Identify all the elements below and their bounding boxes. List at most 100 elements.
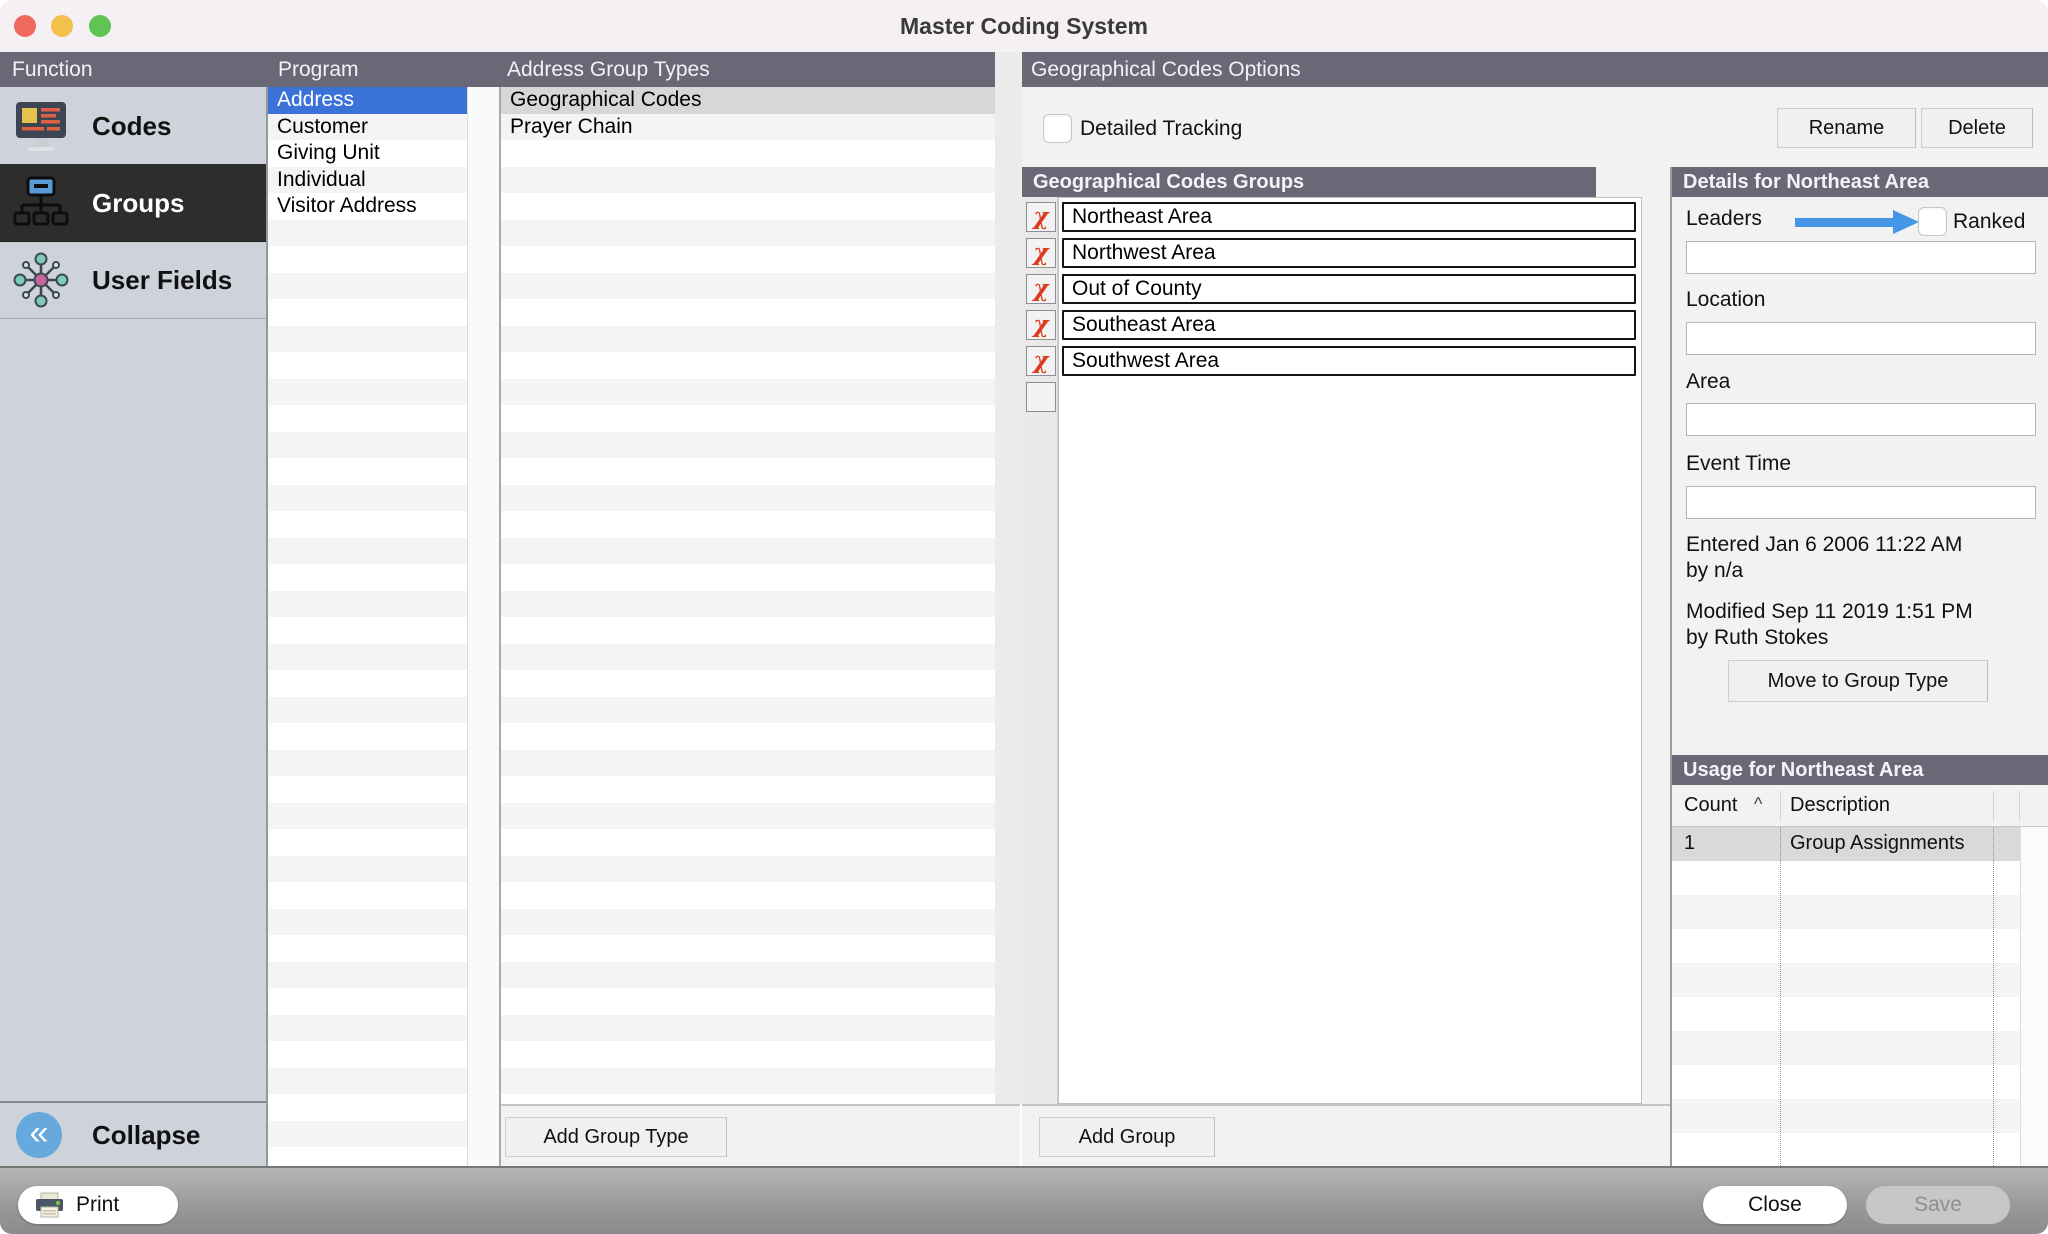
empty-row	[268, 1041, 467, 1068]
empty-row	[268, 617, 467, 644]
empty-row	[268, 988, 467, 1015]
delete-button[interactable]: Delete	[1921, 108, 2033, 148]
area-input[interactable]	[1686, 403, 2036, 436]
pointer-arrow-icon	[1795, 207, 1920, 237]
detailed-tracking-checkbox[interactable]	[1043, 114, 1072, 143]
event-time-label: Event Time	[1686, 452, 1791, 476]
empty-row	[501, 962, 995, 989]
details-panel-header: Details for Northeast Area	[1672, 167, 2048, 197]
printer-icon	[34, 1192, 66, 1219]
empty-row	[268, 1015, 467, 1042]
hub-spokes-icon	[12, 251, 70, 309]
program-scrollbar[interactable]	[467, 87, 500, 1166]
modified-info-line1: Modified Sep 11 2019 1:51 PM	[1686, 600, 1973, 624]
move-to-group-type-button[interactable]: Move to Group Type	[1728, 660, 1988, 702]
entered-info-line2: by n/a	[1686, 559, 1743, 583]
usage-scrollbar[interactable]	[2020, 827, 2048, 1166]
empty-row	[268, 246, 467, 273]
program-item[interactable]: Address	[268, 87, 467, 114]
usage-row[interactable]: 1Group Assignments	[1672, 827, 2020, 861]
program-item[interactable]: Individual	[268, 167, 467, 194]
collapse-label: Collapse	[92, 1120, 200, 1151]
add-group-button[interactable]: Add Group	[1039, 1117, 1215, 1157]
title-bar: Master Coding System	[0, 0, 2048, 52]
delete-group-x-icon[interactable]: χ	[1026, 310, 1056, 340]
ranked-checkbox[interactable]	[1918, 207, 1947, 236]
sidebar-item-groups[interactable]: Groups	[0, 164, 266, 242]
empty-row	[268, 670, 467, 697]
save-button[interactable]: Save	[1866, 1186, 2010, 1224]
empty-row	[268, 405, 467, 432]
delete-group-x-icon[interactable]: χ	[1026, 274, 1056, 304]
empty-row	[268, 697, 467, 724]
empty-row	[268, 1068, 467, 1095]
empty-row	[1672, 895, 2020, 929]
group-name-field[interactable]	[1062, 274, 1636, 304]
empty-row	[501, 564, 995, 591]
empty-row	[501, 723, 995, 750]
leaders-label: Leaders	[1686, 207, 1762, 231]
column-separator	[1993, 791, 1994, 821]
program-list: AddressCustomerGiving UnitIndividualVisi…	[268, 87, 467, 1166]
column-separator	[1780, 791, 1781, 821]
group-name-field[interactable]	[1062, 346, 1636, 376]
group-type-item[interactable]: Geographical Codes	[501, 87, 995, 114]
group-type-item[interactable]: Prayer Chain	[501, 114, 995, 141]
usage-panel-header: Usage for Northeast Area	[1672, 755, 2048, 785]
pane-gap	[995, 87, 1022, 1104]
details-panel-title: Details for Northeast Area	[1683, 171, 1929, 194]
print-button[interactable]: Print	[18, 1186, 178, 1224]
empty-row	[1672, 861, 2020, 895]
empty-row	[1672, 1031, 2020, 1065]
empty-row	[501, 511, 995, 538]
group-name-field[interactable]	[1062, 202, 1636, 232]
count-column-header[interactable]: Count	[1684, 794, 1737, 817]
empty-row	[268, 538, 467, 565]
leaders-input[interactable]	[1686, 241, 2036, 274]
empty-row	[501, 670, 995, 697]
usage-count-cell: 1	[1684, 832, 1695, 855]
entered-info-line1: Entered Jan 6 2006 11:22 AM	[1686, 533, 1962, 557]
empty-row	[268, 962, 467, 989]
program-item[interactable]: Visitor Address	[268, 193, 467, 220]
function-column-header: Function	[12, 58, 93, 82]
empty-row	[501, 538, 995, 565]
column-separator	[1780, 827, 1781, 1166]
program-item[interactable]: Customer	[268, 114, 467, 141]
usage-panel-title: Usage for Northeast Area	[1683, 759, 1923, 782]
rename-button[interactable]: Rename	[1777, 108, 1916, 148]
collapse-button[interactable]: « Collapse	[0, 1101, 266, 1168]
empty-row	[501, 856, 995, 883]
group-type-list: Geographical CodesPrayer Chain	[501, 87, 995, 1104]
description-column-header[interactable]: Description	[1790, 794, 1890, 817]
empty-row	[268, 485, 467, 512]
empty-row	[268, 723, 467, 750]
modified-info-line2: by Ruth Stokes	[1686, 626, 1828, 650]
delete-group-x-icon[interactable]: χ	[1026, 202, 1056, 232]
close-button[interactable]: Close	[1703, 1186, 1847, 1224]
empty-row	[1672, 1133, 2020, 1166]
sidebar-item-label: User Fields	[92, 265, 232, 296]
area-label: Area	[1686, 370, 1730, 394]
empty-row	[501, 352, 995, 379]
sort-ascending-icon[interactable]: ^	[1754, 794, 1762, 815]
event-time-input[interactable]	[1686, 486, 2036, 519]
empty-row	[501, 405, 995, 432]
group-name-field[interactable]	[1062, 238, 1636, 268]
delete-group-x-icon[interactable]: χ	[1026, 238, 1056, 268]
add-group-type-button[interactable]: Add Group Type	[505, 1117, 727, 1157]
column-separator	[2019, 791, 2020, 821]
empty-row	[268, 564, 467, 591]
location-input[interactable]	[1686, 322, 2036, 355]
program-column-header: Program	[278, 58, 359, 82]
sidebar-item-codes[interactable]: Codes	[0, 87, 266, 165]
program-item[interactable]: Giving Unit	[268, 140, 467, 167]
empty-row	[1672, 997, 2020, 1031]
sidebar-item-user-fields[interactable]: User Fields	[0, 241, 266, 319]
empty-row	[501, 140, 995, 167]
group-name-field[interactable]	[1062, 310, 1636, 340]
delete-group-x-icon[interactable]: χ	[1026, 346, 1056, 376]
empty-row	[268, 1121, 467, 1148]
group-types-column-header: Address Group Types	[507, 58, 710, 82]
empty-row	[501, 909, 995, 936]
